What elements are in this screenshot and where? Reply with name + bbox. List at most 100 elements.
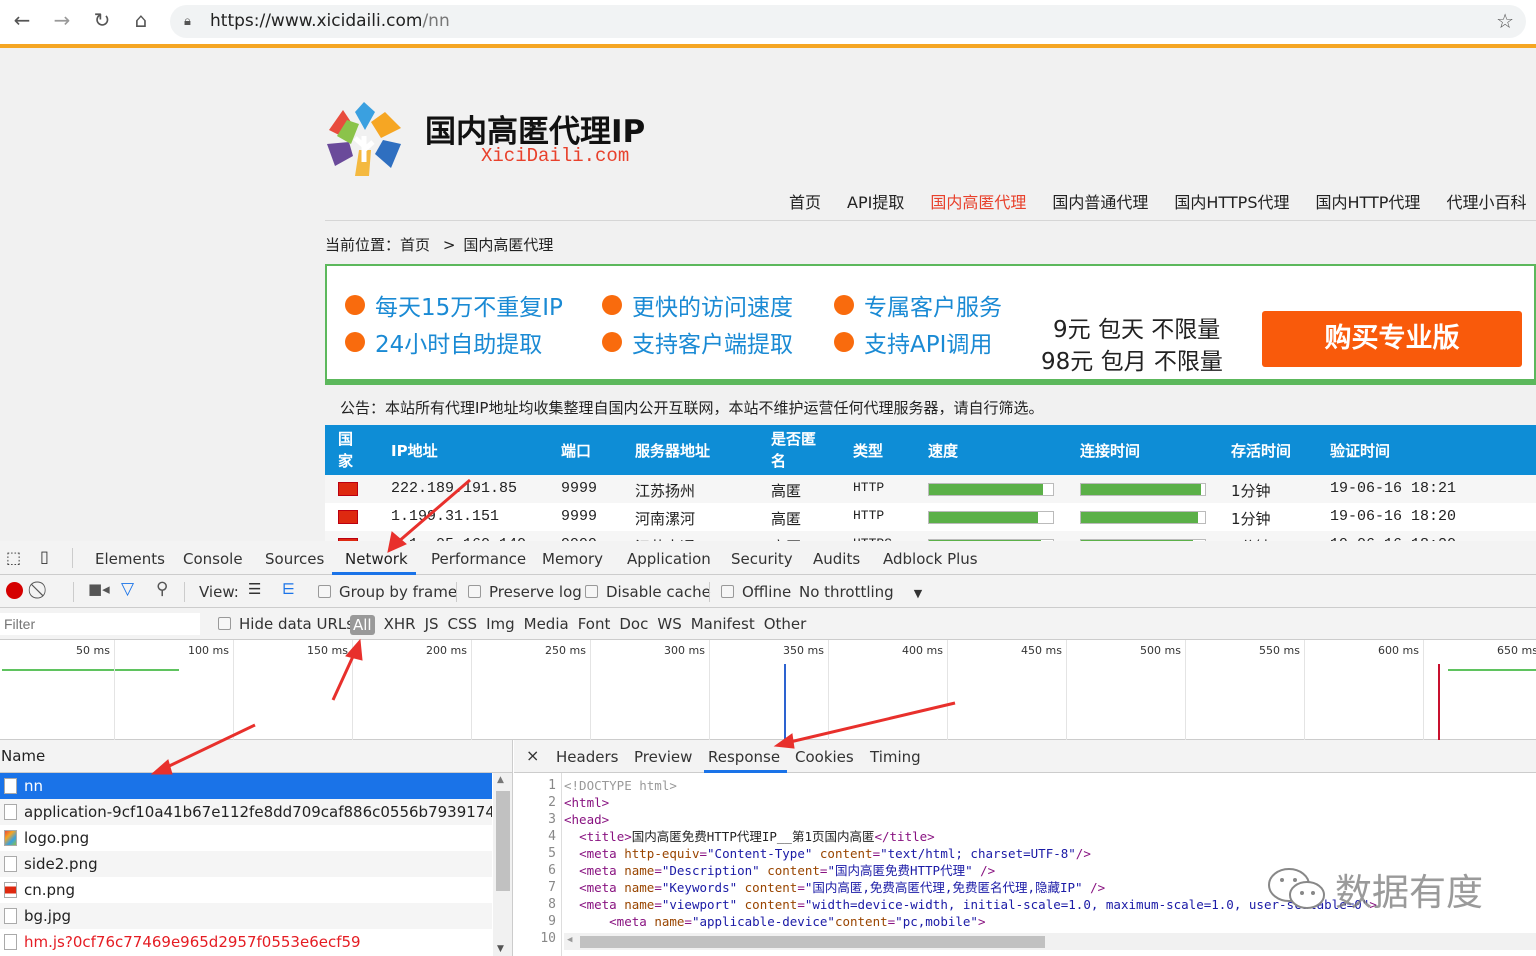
buy-pro-button[interactable]: 购买专业版 <box>1262 311 1522 367</box>
filter-type-doc[interactable]: Doc <box>619 615 648 635</box>
nav-normal[interactable]: 国内普通代理 <box>1052 189 1148 213</box>
tab-memory[interactable]: Memory <box>542 550 603 568</box>
star-icon[interactable]: ☆ <box>1496 5 1514 38</box>
tab-application[interactable]: Application <box>627 550 711 568</box>
scroll-left-icon[interactable]: ◀ <box>567 935 572 945</box>
col-type: 类型 <box>853 442 884 460</box>
scroll-up-icon[interactable]: ▲ <box>497 775 504 785</box>
nav-home[interactable]: 首页 <box>789 189 821 213</box>
response-source: 1 <!DOCTYPE html> 2 <html> 3 <head> 4 <title>国… <box>514 773 1536 956</box>
timeline-tick: 400 ms <box>902 644 943 657</box>
nav-api[interactable]: API提取 <box>847 189 904 213</box>
tab-audits[interactable]: Audits <box>813 550 860 568</box>
back-icon[interactable]: ← <box>8 8 36 32</box>
filter-type-all[interactable]: All <box>350 615 375 635</box>
grid-line <box>1066 640 1067 740</box>
code-token: "国内高匿免费HTTP代理" <box>827 863 973 878</box>
speed-fill <box>929 484 1044 495</box>
horizontal-scrollbar[interactable]: ◀ <box>564 933 1536 950</box>
promo-banner: 每天15万不重复IP 更快的访问速度 专属客户服务 24小时自助提取 支持客户端… <box>325 264 1536 385</box>
tab-performance[interactable]: Performance <box>431 550 526 568</box>
screenshot-icon[interactable]: ■◂ <box>88 580 110 598</box>
search-icon[interactable]: ⚲ <box>156 579 168 599</box>
filter-type-font[interactable]: Font <box>578 615 611 635</box>
scroll-thumb[interactable] <box>496 791 510 891</box>
code-token: = <box>654 863 662 878</box>
tab-response[interactable]: Response <box>708 748 780 766</box>
china-flag-icon <box>338 510 358 524</box>
code-token: content <box>812 846 873 861</box>
nav-https[interactable]: 国内HTTPS代理 <box>1174 189 1289 213</box>
scroll-down-icon[interactable]: ▼ <box>497 944 504 954</box>
filter-type-js[interactable]: JS <box>425 615 439 635</box>
request-row[interactable]: logo.png <box>0 825 492 851</box>
filter-type-ws[interactable]: WS <box>657 615 681 635</box>
filter-type-media[interactable]: Media <box>524 615 569 635</box>
record-icon[interactable] <box>6 582 23 599</box>
tab-adblock-plus[interactable]: Adblock Plus <box>883 550 978 568</box>
scroll-thumb[interactable] <box>580 936 1045 948</box>
filter-input[interactable] <box>0 613 200 635</box>
code-token: name <box>624 863 655 878</box>
tab-timing[interactable]: Timing <box>870 748 921 766</box>
filter-type-css[interactable]: CSS <box>448 615 478 635</box>
address-bar[interactable]: 🔒︎ https://www.xicidaili.com/nn ☆ <box>170 5 1526 38</box>
throttling-select[interactable]: No throttling ▼ <box>799 583 922 601</box>
name-column-header[interactable]: Name <box>0 740 512 773</box>
tab-security[interactable]: Security <box>731 550 793 568</box>
filter-icon[interactable]: ▽ <box>121 579 134 599</box>
home-icon[interactable]: ⌂ <box>127 8 155 32</box>
request-row[interactable]: nn <box>0 773 492 799</box>
connect-bar <box>1080 483 1206 496</box>
tab-elements[interactable]: Elements <box>95 550 165 568</box>
tab-preview[interactable]: Preview <box>634 748 692 766</box>
tab-cookies[interactable]: Cookies <box>795 748 854 766</box>
close-icon[interactable]: × <box>526 746 539 765</box>
type-filters: All XHR JS CSS Img Media Font Doc WS Manifest Othe… <box>350 615 806 635</box>
request-row[interactable]: bg.jpg <box>0 903 492 929</box>
timeline-bar <box>1448 669 1536 671</box>
anonymity: 高匿 <box>771 482 802 500</box>
nav-high-anon[interactable]: 国内高匿代理 <box>930 189 1026 213</box>
code-token: <meta <box>579 880 625 895</box>
list-view-icon[interactable]: ☰ <box>248 580 261 598</box>
tab-headers[interactable]: Headers <box>556 748 618 766</box>
col-anon: 是否匿名 <box>771 430 817 470</box>
preserve-log-label: Preserve log <box>489 583 582 601</box>
tab-console[interactable]: Console <box>183 550 243 568</box>
filter-type-img[interactable]: Img <box>486 615 515 635</box>
speed-bar <box>928 511 1054 524</box>
code-line: 5 <meta http-equiv="Content-Type" conten… <box>514 845 1536 862</box>
nav-http[interactable]: 国内HTTP代理 <box>1315 189 1420 213</box>
breadcrumb-home[interactable]: 首页 <box>400 236 430 254</box>
request-row[interactable]: hm.js?0cf76c77469e965d2957f0553e6ecf59 <box>0 929 492 955</box>
browser-toolbar: ← → ↻ ⌂ 🔒︎ https://www.xicidaili.com/nn … <box>0 0 1536 44</box>
price-day: 9元 包天 不限量 <box>1053 317 1221 343</box>
request-row[interactable]: side2.png <box>0 851 492 877</box>
code-token: = <box>872 846 881 861</box>
nav-wiki[interactable]: 代理小百科 <box>1446 189 1526 213</box>
disable-cache-checkbox[interactable]: Disable cache <box>585 583 711 601</box>
inspect-icon[interactable]: ⬚ <box>6 548 21 567</box>
filter-type-manifest[interactable]: Manifest <box>691 615 755 635</box>
hide-data-urls-checkbox[interactable]: Hide data URLs <box>218 615 354 633</box>
device-toggle-icon[interactable]: ▯ <box>40 547 49 566</box>
request-name: bg.jpg <box>24 907 72 925</box>
reload-icon[interactable]: ↻ <box>88 8 116 32</box>
filter-type-xhr[interactable]: XHR <box>384 615 416 635</box>
preserve-log-checkbox[interactable]: Preserve log <box>468 583 582 601</box>
offline-checkbox[interactable]: Offline <box>721 583 791 601</box>
forward-icon[interactable]: → <box>48 8 76 32</box>
scrollbar[interactable]: ▲ ▼ <box>493 773 512 956</box>
request-row[interactable]: cn.png <box>0 877 492 903</box>
waterfall-view-icon[interactable]: ⋿ <box>282 580 295 598</box>
request-row[interactable]: application-9cf10a41b67e112fe8dd709caf88… <box>0 799 492 825</box>
group-by-frame-checkbox[interactable]: Group by frame <box>318 583 457 601</box>
col-location: 服务器地址 <box>635 442 711 460</box>
code-token: = <box>654 880 662 895</box>
filter-type-other[interactable]: Other <box>764 615 807 635</box>
tab-network[interactable]: Network <box>345 550 408 568</box>
tab-sources[interactable]: Sources <box>265 550 324 568</box>
request-name: hm.js?0cf76c77469e965d2957f0553e6ecf59 <box>24 933 361 951</box>
